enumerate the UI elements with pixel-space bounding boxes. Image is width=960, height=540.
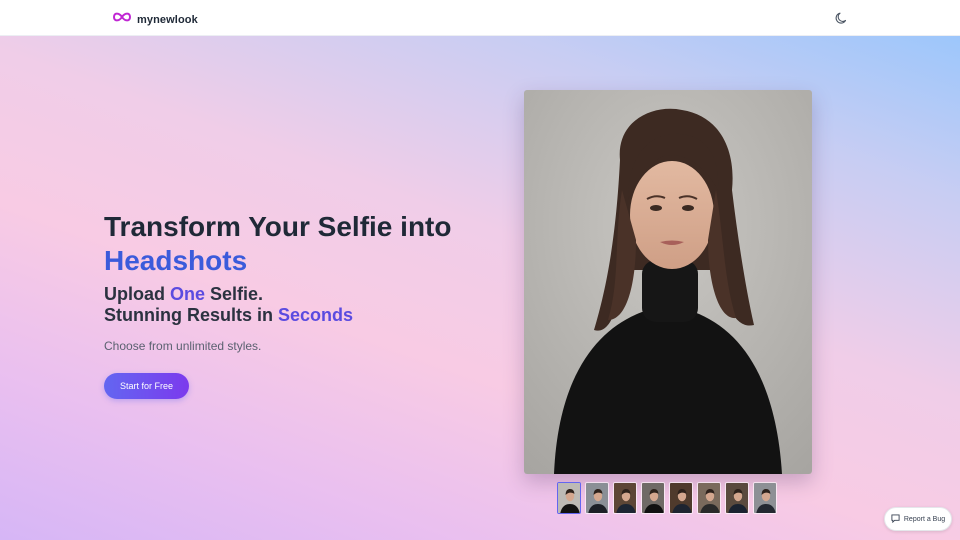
thumbnail-headshot-man-suit-library[interactable] <box>669 482 693 514</box>
start-for-free-button[interactable]: Start for Free <box>104 373 189 399</box>
subtitle-text: Upload <box>104 284 170 304</box>
thumbnail-headshot-man-suit-grey[interactable] <box>753 482 777 514</box>
thumbnail-strip <box>557 482 777 514</box>
hero-tagline: Choose from unlimited styles. <box>104 339 262 353</box>
hero-section: Transform Your Selfie into Headshots Upl… <box>104 210 504 399</box>
theme-toggle-button[interactable] <box>834 10 850 26</box>
top-navbar: mynewlook <box>0 0 960 36</box>
brand-logo[interactable]: mynewlook <box>112 10 198 29</box>
subtitle-accent-one: One <box>170 284 206 304</box>
thumbnail-headshot-man-suit-bookshelf[interactable] <box>613 482 637 514</box>
infinity-icon <box>112 10 132 29</box>
report-bug-button[interactable]: Report a Bug <box>884 507 952 531</box>
thumbnail-headshot-woman-black-turtleneck[interactable] <box>557 482 581 514</box>
thumbnail-headshot-woman-suit[interactable] <box>585 482 609 514</box>
main-headshot-image <box>524 90 812 474</box>
subtitle-line-1: Upload One Selfie. <box>104 284 504 305</box>
brand-name: mynewlook <box>137 13 198 26</box>
hero-subtitle: Upload One Selfie. Stunning Results in S… <box>104 284 504 326</box>
thumbnail-headshot-woman-blazer[interactable] <box>697 482 721 514</box>
moon-icon <box>834 12 850 30</box>
subtitle-text: Selfie. <box>205 284 264 304</box>
subtitle-line-2: Stunning Results in Seconds <box>104 305 504 326</box>
thumbnail-headshot-man-turtleneck[interactable] <box>641 482 665 514</box>
report-bug-label: Report a Bug <box>903 515 946 523</box>
subtitle-accent-seconds: Seconds <box>278 305 354 325</box>
hero-title-line: Transform Your Selfie into <box>104 211 452 242</box>
hero-title: Transform Your Selfie into Headshots <box>104 210 504 278</box>
hero-title-accent: Headshots <box>104 245 248 276</box>
message-bug-icon <box>891 513 900 525</box>
subtitle-text: Stunning Results in <box>104 305 278 325</box>
thumbnail-headshot-man-suit-office[interactable] <box>725 482 749 514</box>
